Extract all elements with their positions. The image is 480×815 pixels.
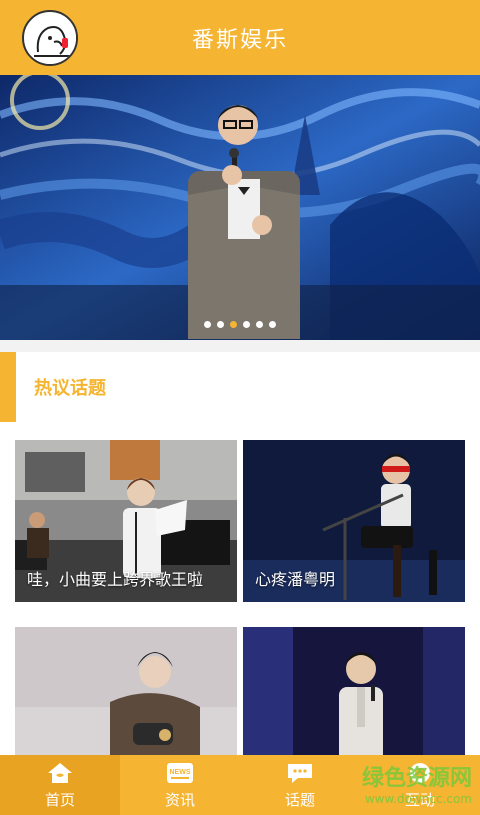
tab-topics[interactable]: 话题	[240, 755, 360, 815]
tab-label: 资讯	[164, 790, 195, 809]
cartoon-avatar-icon	[25, 13, 76, 64]
tab-home[interactable]: 首页	[0, 755, 120, 815]
topic-caption: 哇，小曲要上跨界歌王啦	[27, 570, 204, 589]
section-header: 热议话题	[0, 352, 480, 422]
app-header: 番斯娱乐	[0, 0, 480, 75]
carousel-dot[interactable]	[217, 321, 224, 328]
banner-carousel[interactable]	[0, 75, 480, 340]
bottom-tab-bar: 首页 NEWS 资讯 话题 互动	[0, 755, 480, 815]
carousel-dot[interactable]	[256, 321, 263, 328]
banner-image	[0, 75, 480, 340]
carousel-indicators[interactable]	[0, 321, 480, 328]
avatar[interactable]	[22, 10, 78, 66]
home-icon	[48, 762, 72, 783]
tab-label: 互动	[404, 790, 435, 809]
carousel-dot[interactable]	[204, 321, 211, 328]
svg-text:NEWS: NEWS	[170, 769, 191, 776]
tab-label: 首页	[44, 790, 75, 809]
page-title: 番斯娱乐	[191, 27, 288, 53]
topic-card[interactable]: 哇，小曲要上跨界歌王啦	[15, 440, 237, 602]
news-icon: NEWS	[167, 762, 193, 783]
section-title: 热议话题	[34, 378, 106, 399]
section-accent-bar	[0, 352, 16, 422]
topic-caption: 心疼潘粤明	[255, 570, 336, 589]
topic-card[interactable]: 心疼潘粤明	[243, 440, 465, 602]
carousel-dot-active[interactable]	[230, 321, 237, 328]
carousel-dot[interactable]	[269, 321, 276, 328]
topic-grid: 哇，小曲要上跨界歌王啦 心疼潘粤明	[0, 422, 480, 789]
tab-interact[interactable]: 互动	[360, 755, 480, 815]
tab-news[interactable]: NEWS 资讯	[120, 755, 240, 815]
interact-icon	[410, 762, 430, 783]
chat-icon	[288, 763, 312, 783]
carousel-dot[interactable]	[243, 321, 250, 328]
tab-label: 话题	[284, 790, 315, 809]
